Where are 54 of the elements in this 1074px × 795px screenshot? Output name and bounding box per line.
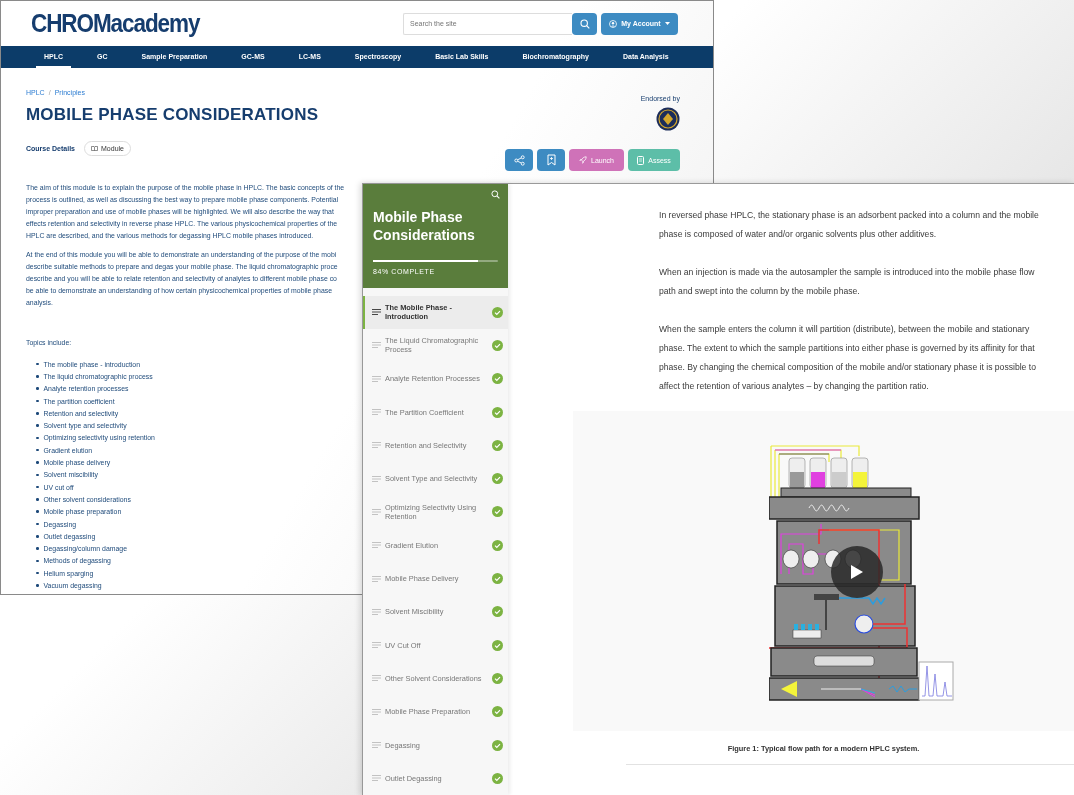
bullet-icon (36, 522, 39, 526)
rocket-icon (579, 156, 587, 164)
bullet-icon (36, 387, 39, 390)
seal-icon (656, 107, 680, 131)
lines-icon (372, 542, 381, 549)
lines-icon (372, 342, 381, 349)
lines-icon (372, 775, 381, 782)
bullet-icon (36, 559, 39, 563)
bullet-icon (36, 498, 39, 501)
lines-icon (372, 642, 381, 649)
search-icon[interactable] (491, 190, 500, 199)
document-icon (637, 155, 645, 165)
lines-icon (372, 608, 381, 615)
lines-icon (372, 309, 381, 316)
lines-icon (372, 475, 381, 482)
bullet-icon (36, 424, 39, 427)
share-button[interactable] (505, 149, 533, 171)
lines-icon (372, 508, 381, 515)
bullet-icon (36, 448, 39, 452)
site-logo[interactable]: CHROMacademy (31, 9, 200, 38)
lesson-paragraph: When the sample enters the column it will partition (distribute), between the mobile and stationary phase. The extent to which the sample partitions into either phase is governed by its affinity for that phase. By changing the chemical composition of the mobile and/or stationary phase it is possible to affect the retention of various analytes – by changing the partition ratio. (659, 323, 1037, 393)
bullet-icon (36, 510, 39, 513)
bullet-icon (36, 547, 39, 550)
bullet-icon (36, 584, 39, 587)
search-button[interactable] (572, 12, 597, 35)
bookmark-icon (546, 154, 556, 166)
bookmark-button[interactable] (537, 149, 565, 171)
lesson-paragraph: When an injection is made via the autosampler the sample is introduced into the mobile phase flow path and swept into the column by the mobile phase. (659, 266, 1036, 298)
play-icon (851, 565, 863, 579)
lines-icon (372, 575, 381, 582)
bullet-icon (36, 412, 39, 415)
bullet-icon (36, 571, 39, 575)
share-icon (513, 154, 525, 166)
lines-icon (372, 742, 381, 749)
bullet-icon (36, 473, 39, 477)
caret-icon (664, 22, 670, 25)
lines-icon (372, 409, 381, 416)
user-icon (609, 19, 618, 28)
bullet-icon (36, 535, 39, 538)
lesson-paragraph: In reversed phase HPLC, the stationary phase is an adsorbent packed into a column and the mobile phase is composed of water and/or organic solvents plus other additives. (659, 209, 1040, 241)
course-title: Mobile Phase Considerations (373, 208, 476, 244)
lines-icon (372, 708, 381, 715)
lines-icon (372, 442, 381, 449)
bullet-icon (36, 485, 39, 489)
lines-icon (372, 675, 381, 682)
bullet-icon (36, 461, 39, 464)
bullet-icon (36, 436, 39, 440)
bullet-icon (36, 399, 39, 403)
search-icon (579, 18, 590, 29)
bullet-icon (36, 375, 39, 378)
lines-icon (372, 375, 381, 382)
bullet-icon (36, 362, 39, 366)
book-icon (91, 146, 99, 151)
page-title: MOBILE PHASE CONSIDERATIONS (26, 105, 319, 125)
